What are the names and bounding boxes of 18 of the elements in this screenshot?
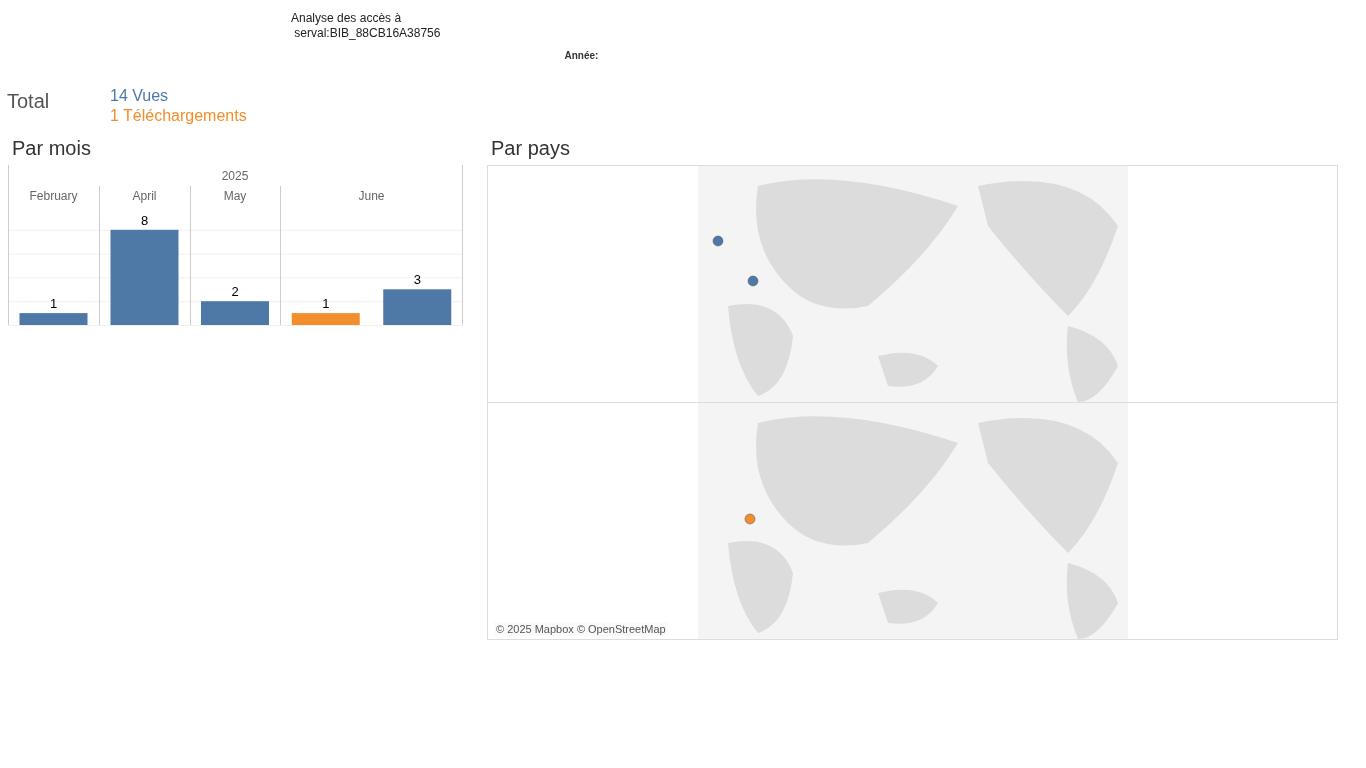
bar-value-label: 1: [322, 296, 330, 312]
month-header: June: [358, 189, 385, 203]
bar-value-label: 1: [49, 296, 58, 312]
panel-title: Par pays: [490, 136, 571, 161]
bar-value-label: 3: [413, 272, 421, 288]
month-header: February: [29, 189, 78, 203]
downloads-count: 1 Téléchargements: [110, 106, 247, 126]
bar-value-label: 8: [140, 212, 149, 228]
month-header: May: [223, 189, 247, 203]
month-header: April: [132, 189, 157, 203]
views-count: 14 Vues: [110, 86, 170, 106]
year-filter-label: Année:: [564, 50, 599, 61]
map-attribution: © 2025 Mapbox © OpenStreetMap: [494, 622, 668, 636]
bar-value-label: 2: [231, 284, 239, 300]
panel-title: Par mois: [11, 136, 92, 161]
page-title: Analyse des accès à serval:BIB_88CB16A38756: [291, 11, 441, 42]
year-header: 2025: [221, 169, 249, 183]
total-label: Total: [7, 90, 51, 114]
